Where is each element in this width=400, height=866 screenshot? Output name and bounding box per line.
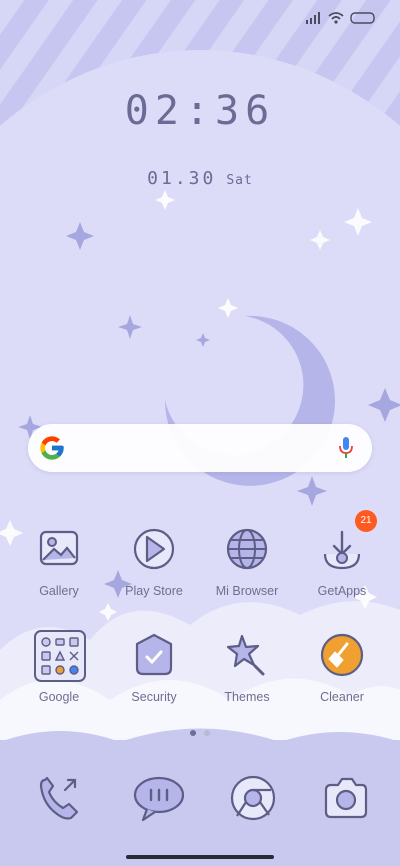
app-label: Gallery: [39, 584, 79, 598]
wifi-icon: [328, 12, 344, 24]
app-getapps[interactable]: 21 GetApps: [292, 510, 392, 598]
microphone-icon[interactable]: [338, 436, 354, 460]
phone-icon[interactable]: [31, 770, 87, 826]
notification-badge: 21: [355, 510, 377, 532]
page-dot-active[interactable]: [190, 730, 196, 736]
app-label: Google: [38, 690, 80, 704]
page-indicator: [0, 730, 400, 736]
chrome-icon[interactable]: [225, 770, 281, 826]
app-label: Play Store: [125, 584, 183, 598]
google-g-icon: [40, 436, 64, 460]
status-bar: [306, 10, 376, 26]
app-play-store[interactable]: Play Store: [104, 524, 204, 598]
weekday-text: Sat: [226, 173, 253, 188]
gallery-icon: [39, 530, 79, 566]
app-themes[interactable]: Themes: [197, 630, 297, 704]
themes-icon: [226, 634, 265, 676]
clock-time[interactable]: 02:36: [0, 88, 400, 134]
app-label: GetApps: [317, 584, 367, 598]
google-folder-icon: [34, 630, 86, 682]
page-dot[interactable]: [204, 730, 210, 736]
app-label: Mi Browser: [215, 584, 279, 598]
app-security[interactable]: Security: [104, 630, 204, 704]
app-cleaner[interactable]: Cleaner: [292, 630, 392, 704]
clock-date[interactable]: 01.30 Sat: [0, 168, 400, 189]
app-gallery[interactable]: Gallery: [9, 524, 109, 598]
camera-icon[interactable]: [318, 770, 374, 826]
app-label: Security: [131, 690, 177, 704]
app-label: Themes: [224, 690, 270, 704]
browser-icon: [226, 528, 268, 570]
cleaner-icon: [320, 633, 364, 677]
getapps-icon: [323, 530, 361, 570]
dock: [0, 770, 400, 826]
app-label: Cleaner: [320, 690, 364, 704]
security-icon: [135, 633, 173, 676]
signal-icon: [306, 12, 320, 24]
home-indicator[interactable]: [126, 855, 274, 859]
messages-icon[interactable]: [131, 770, 187, 826]
battery-icon: [350, 12, 375, 24]
app-mi-browser[interactable]: Mi Browser: [197, 524, 297, 598]
google-search-bar[interactable]: [28, 424, 372, 472]
folder-google[interactable]: Google: [9, 630, 109, 704]
play-store-icon: [133, 528, 175, 570]
date-text: 01.30: [147, 168, 217, 189]
